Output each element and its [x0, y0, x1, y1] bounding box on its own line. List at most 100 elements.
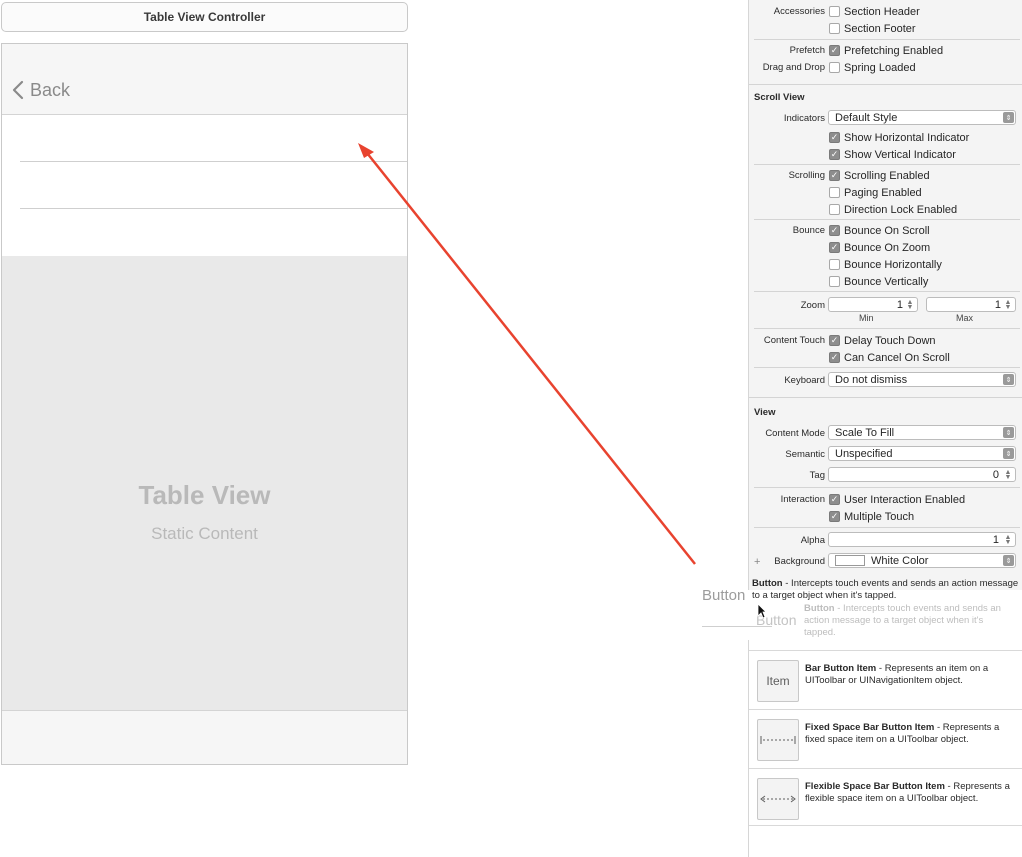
interaction-row: Interaction ✓ User Interaction Enabled [749, 491, 1022, 508]
tag-field[interactable]: 0 ▲ ▼ [828, 467, 1016, 482]
drag-drop-label: Drag and Drop [762, 62, 825, 73]
table-view-controller-scene[interactable]: Back Table View Static Content [1, 43, 408, 765]
popup-arrows-icon: ⇕ [1003, 448, 1014, 459]
attributes-inspector: Accessories Section Header Section Foote… [748, 0, 1022, 590]
section-header-checkbox[interactable]: Section Header [829, 6, 920, 18]
library-item-title: Bar Button Item [805, 663, 877, 674]
chevron-left-icon [12, 80, 24, 100]
keyboard-label: Keyboard [784, 375, 825, 386]
back-button[interactable]: Back [12, 79, 70, 101]
accessories-label: Accessories [773, 6, 825, 17]
checkbox-icon [829, 62, 840, 73]
stepper-icon[interactable]: ▲ ▼ [906, 299, 914, 311]
bounce-vertical-row: Bounce Vertically [749, 273, 1022, 290]
library-item-fixed-space[interactable]: Fixed Space Bar Button Item - Represents… [749, 709, 1022, 767]
prefetch-label: Prefetch [789, 45, 825, 56]
zoom-label: Zoom [800, 300, 825, 311]
toolbar[interactable] [2, 710, 407, 764]
checkmark-icon: ✓ [829, 149, 840, 160]
library-item-title: Flexible Space Bar Button Item [805, 781, 945, 792]
bounce-vertically-checkbox[interactable]: Bounce Vertically [829, 276, 928, 288]
bounce-on-zoom-checkbox[interactable]: ✓ Bounce On Zoom [829, 242, 930, 254]
table-cell[interactable] [2, 209, 407, 256]
tag-label: Tag [809, 470, 825, 481]
view-controller-title-bar[interactable]: Table View Controller [1, 2, 408, 32]
multiple-touch-checkbox[interactable]: ✓ Multiple Touch [829, 511, 914, 523]
checkmark-icon: ✓ [829, 225, 840, 236]
scrolling-enabled-checkbox[interactable]: ✓ Scrolling Enabled [829, 170, 930, 182]
keyboard-select[interactable]: Do not dismiss ⇕ [828, 372, 1016, 387]
bounce-horizontally-checkbox[interactable]: Bounce Horizontally [829, 259, 942, 271]
checkbox-icon [829, 187, 840, 198]
table-view-subtitle: Static Content [151, 524, 258, 543]
view-section-header: View [754, 406, 776, 418]
indicators-label: Indicators [783, 113, 825, 124]
semantic-select[interactable]: Unspecified ⇕ [828, 446, 1016, 461]
zoom-min-field[interactable]: 1 ▲ ▼ [828, 297, 918, 312]
view-controller-title: Table View Controller [143, 10, 266, 24]
popup-arrows-icon: ⇕ [1003, 555, 1014, 566]
content-mode-select[interactable]: Scale To Fill ⇕ [828, 425, 1016, 440]
multiple-touch-row: ✓ Multiple Touch [749, 508, 1022, 525]
paging-row: Paging Enabled [749, 184, 1022, 201]
can-cancel-on-scroll-checkbox[interactable]: ✓ Can Cancel On Scroll [829, 352, 950, 364]
direction-lock-checkbox[interactable]: Direction Lock Enabled [829, 204, 957, 216]
checkbox-icon [829, 276, 840, 287]
library-item-flexible-space[interactable]: Flexible Space Bar Button Item - Represe… [749, 768, 1022, 826]
tooltip-faded-title: Button [804, 603, 835, 614]
navigation-bar[interactable]: Back [2, 44, 407, 115]
stepper-icon[interactable]: ▲ ▼ [1004, 299, 1012, 311]
popup-arrows-icon: ⇕ [1003, 374, 1014, 385]
show-horizontal-checkbox[interactable]: ✓ Show Horizontal Indicator [829, 132, 969, 144]
background-color-select[interactable]: White Color ⇕ [828, 553, 1016, 568]
checkmark-icon: ✓ [829, 170, 840, 181]
spring-loaded-checkbox[interactable]: Spring Loaded [829, 62, 916, 74]
scrolling-label: Scrolling [788, 170, 825, 181]
prefetching-enabled-checkbox[interactable]: ✓ Prefetching Enabled [829, 45, 943, 57]
checkmark-icon: ✓ [829, 242, 840, 253]
alpha-field[interactable]: 1 ▲ ▼ [828, 532, 1016, 547]
show-horizontal-row: ✓ Show Horizontal Indicator [749, 129, 1022, 146]
cursor-icon [757, 603, 767, 619]
checkbox-icon [829, 23, 840, 34]
prefetch-row: Prefetch ✓ Prefetching Enabled [749, 42, 1022, 59]
direction-lock-row: Direction Lock Enabled [749, 201, 1022, 218]
stepper-icon[interactable]: ▲ ▼ [1004, 534, 1012, 546]
section-footer-checkbox[interactable]: Section Footer [829, 23, 916, 35]
paging-enabled-checkbox[interactable]: Paging Enabled [829, 187, 922, 199]
zoom-max-field[interactable]: 1 ▲ ▼ [926, 297, 1016, 312]
divider [749, 397, 1022, 398]
library-item-bar-button-item[interactable]: Item Bar Button Item - Represents an ite… [749, 650, 1022, 708]
object-library: Item Bar Button Item - Represents an ite… [748, 640, 1022, 857]
checkmark-icon: ✓ [829, 335, 840, 346]
fixed-space-icon [757, 719, 799, 761]
alpha-label: Alpha [800, 535, 825, 546]
divider [754, 328, 1020, 329]
delay-touch-down-checkbox[interactable]: ✓ Delay Touch Down [829, 335, 936, 347]
table-cell[interactable] [2, 162, 407, 209]
user-interaction-checkbox[interactable]: ✓ User Interaction Enabled [829, 494, 965, 506]
popup-arrows-icon: ⇕ [1003, 427, 1014, 438]
indicators-select[interactable]: Default Style ⇕ [828, 110, 1016, 125]
scroll-view-section-header: Scroll View [754, 91, 805, 103]
divider [754, 219, 1020, 220]
popup-arrows-icon: ⇕ [1003, 112, 1014, 123]
divider [754, 367, 1020, 368]
divider [754, 164, 1020, 165]
bounce-on-scroll-checkbox[interactable]: ✓ Bounce On Scroll [829, 225, 930, 237]
section-footer-row: Section Footer [749, 20, 1022, 37]
flexible-space-icon [757, 778, 799, 820]
accessories-row: Accessories Section Header [749, 3, 1022, 20]
divider [749, 84, 1022, 85]
zoom-min-caption: Min [859, 313, 874, 323]
divider [754, 291, 1020, 292]
tooltip-text: - Intercepts touch events and sends an a… [752, 578, 1019, 601]
checkmark-icon: ✓ [829, 494, 840, 505]
library-item-title: Fixed Space Bar Button Item [805, 722, 935, 733]
back-button-label: Back [30, 79, 71, 100]
plus-icon[interactable]: + [754, 556, 760, 568]
show-vertical-checkbox[interactable]: ✓ Show Vertical Indicator [829, 149, 956, 161]
table-cell[interactable] [2, 115, 407, 162]
stepper-icon[interactable]: ▲ ▼ [1004, 469, 1012, 481]
content-touch-row: Content Touch ✓ Delay Touch Down [749, 332, 1022, 349]
